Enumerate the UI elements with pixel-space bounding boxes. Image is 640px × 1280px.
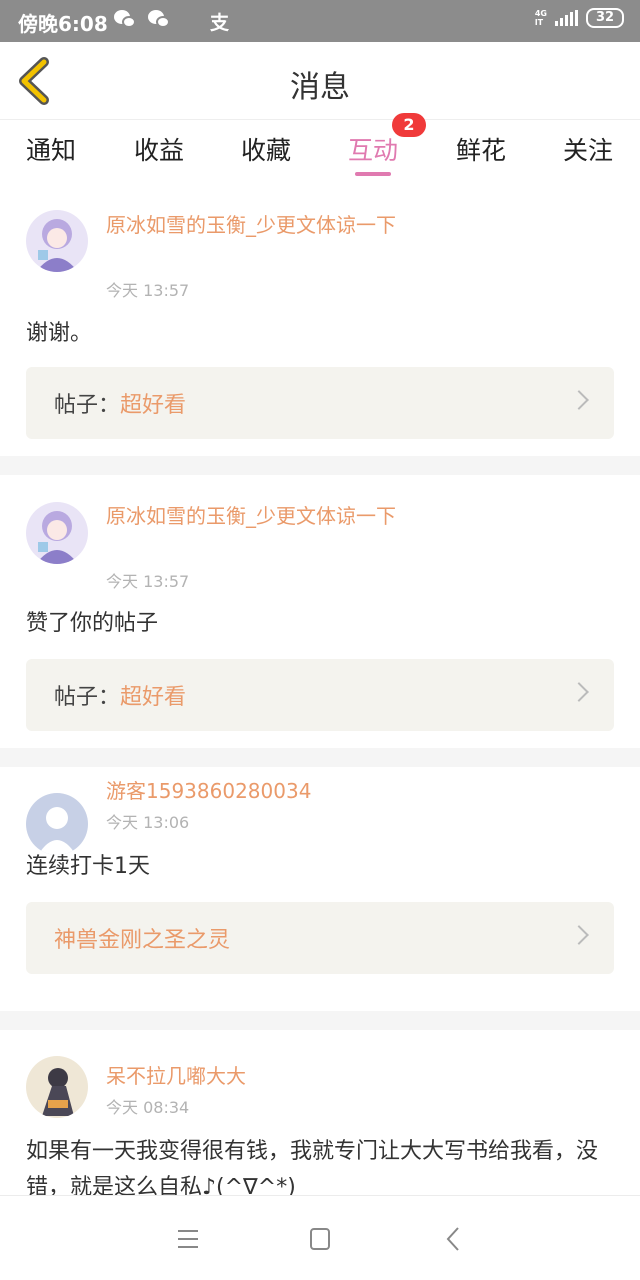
tab-flowers[interactable]: 鲜花 (441, 131, 521, 167)
message-time: 今天 13:06 (106, 813, 190, 832)
post-link-label: 帖子： (54, 685, 121, 710)
chevron-right-icon (569, 390, 589, 410)
post-link-label: 帖子： (54, 393, 121, 418)
message-card: 游客1593860280034 今天 13:06 连续打卡1天 神兽金刚之圣之灵 (0, 767, 640, 1011)
book-link-title: 神兽金刚之圣之灵 (54, 928, 231, 953)
avatar[interactable] (26, 1056, 88, 1118)
message-username[interactable]: 原冰如雪的玉衡_少更文体谅一下 (106, 500, 406, 532)
message-content: 如果有一天我变得很有钱，我就专门让大大写书给我看，没错，就是这么自私♪(^∇^*… (26, 1139, 599, 1195)
home-square-icon (310, 1228, 330, 1250)
battery-icon: 32 (586, 8, 624, 28)
avatar[interactable] (26, 210, 88, 272)
message-card: 原冰如雪的玉衡_少更文体谅一下 今天 13:57 谢谢。 帖子：超好看 (0, 180, 640, 456)
message-card: 呆不拉几嘟大大 今天 08:34 如果有一天我变得很有钱，我就专门让大大写书给我… (0, 1030, 640, 1195)
unread-badge: 2 (392, 113, 426, 137)
status-right: 4G lT 32 (535, 8, 624, 28)
back-triangle-icon (446, 1227, 459, 1251)
message-feed[interactable]: 原冰如雪的玉衡_少更文体谅一下 今天 13:57 谢谢。 帖子：超好看 原冰如雪… (0, 180, 640, 1195)
tab-earnings[interactable]: 收益 (119, 131, 199, 167)
page-title: 消息 (290, 70, 350, 105)
message-username[interactable]: 游客1593860280034 (106, 775, 406, 807)
post-link-title: 超好看 (120, 685, 187, 710)
message-content: 谢谢。 (26, 321, 93, 346)
tab-notifications[interactable]: 通知 (11, 131, 91, 167)
status-time: 傍晚6:08 (18, 12, 108, 36)
tab-favorites[interactable]: 收藏 (226, 131, 306, 167)
menu-icon (178, 1230, 198, 1248)
avatar-image (26, 1056, 88, 1118)
post-link[interactable]: 帖子：超好看 (26, 659, 614, 731)
alipay-icon: 支 (210, 12, 230, 34)
tab-following[interactable]: 关注 (548, 131, 628, 167)
notification-icons (114, 10, 172, 30)
header: 消息 (0, 42, 640, 120)
message-content: 赞了你的帖子 (26, 611, 159, 636)
message-time: 今天 08:34 (106, 1098, 190, 1117)
avatar[interactable] (26, 793, 88, 855)
tab-bar: 通知 收益 收藏 互动 鲜花 关注 (0, 121, 640, 179)
message-username[interactable]: 原冰如雪的玉衡_少更文体谅一下 (106, 209, 406, 241)
wechat-icon (114, 10, 138, 30)
message-username[interactable]: 呆不拉几嘟大大 (106, 1060, 406, 1092)
network-type: 4G lT (534, 9, 547, 27)
message-time: 今天 13:57 (106, 572, 190, 591)
avatar[interactable] (26, 502, 88, 564)
avatar-image (26, 502, 88, 564)
signal-icon (555, 10, 578, 26)
wechat-icon (148, 10, 172, 30)
chevron-right-icon (569, 682, 589, 702)
message-time: 今天 13:57 (106, 281, 190, 300)
chevron-right-icon (569, 925, 589, 945)
message-content: 连续打卡1天 (26, 854, 150, 879)
separator (0, 748, 640, 767)
separator (0, 456, 640, 475)
status-bar: 傍晚6:08 支 4G lT 32 (0, 0, 640, 42)
menu-button[interactable] (168, 1222, 208, 1256)
book-link[interactable]: 神兽金刚之圣之灵 (26, 902, 614, 974)
system-nav-bar (0, 1195, 640, 1280)
active-tab-indicator (355, 172, 391, 176)
default-avatar-icon (26, 793, 88, 855)
post-link-title: 超好看 (120, 393, 187, 418)
back-nav-button[interactable] (434, 1222, 474, 1256)
avatar-image (26, 210, 88, 272)
message-card: 原冰如雪的玉衡_少更文体谅一下 今天 13:57 赞了你的帖子 帖子：超好看 (0, 475, 640, 748)
post-link[interactable]: 帖子：超好看 (26, 367, 614, 439)
separator (0, 1011, 640, 1030)
home-button[interactable] (300, 1222, 340, 1256)
